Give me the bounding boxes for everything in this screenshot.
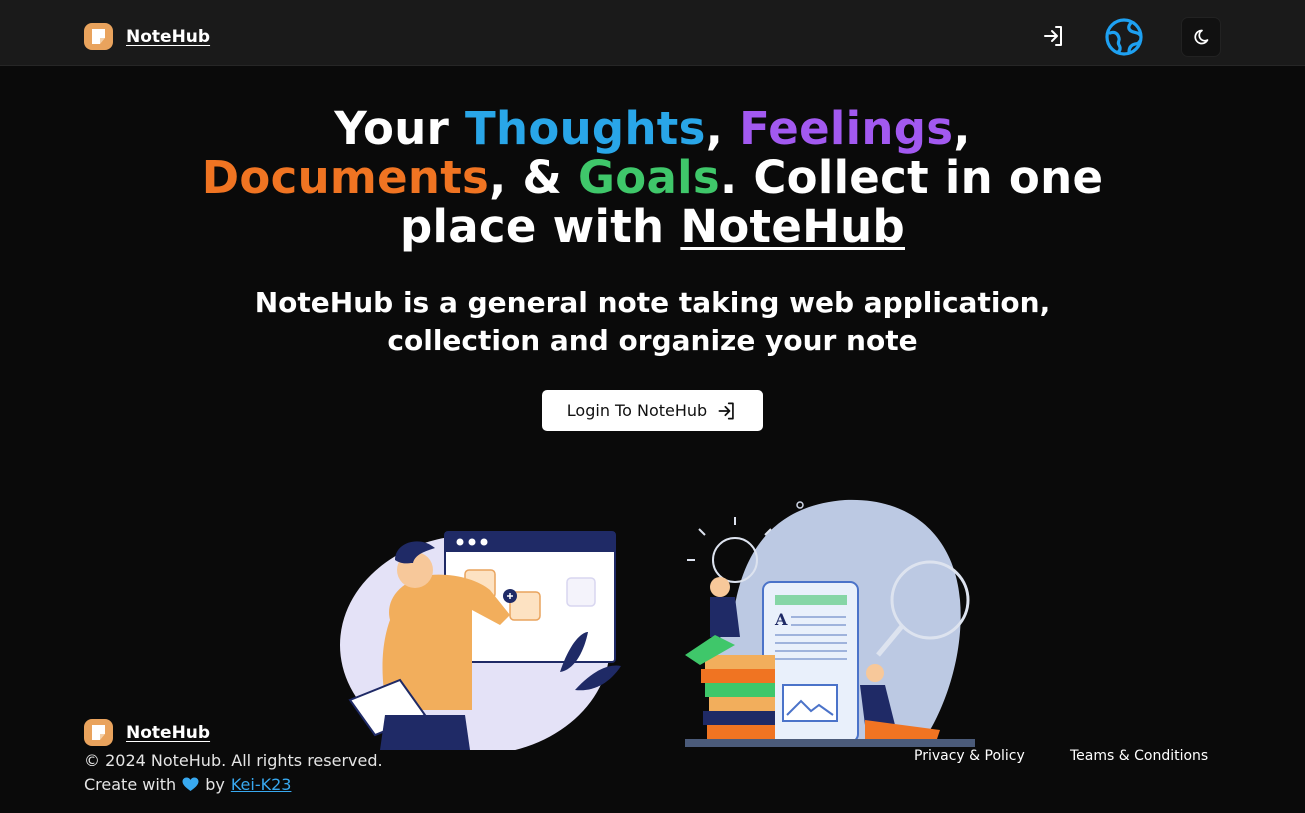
hero-subtitle: NoteHub is a general note taking web app… [254,286,1051,357]
title-part-comma-1: , [705,102,740,155]
credit-by: by [205,775,225,794]
title-part-thoughts: Thoughts [465,102,706,155]
footer-credit: Create with by Kei-K23 [84,775,291,794]
title-part-and: , & [489,151,579,204]
brand-label: NoteHub [126,26,211,47]
login-to-notehub-button[interactable]: Login To NoteHub [542,390,763,431]
globe-icon [1105,18,1143,56]
credit-prefix: Create with [84,775,177,794]
login-arrow-icon [718,402,734,419]
navbar: NoteHub [0,0,1305,66]
person-board-illustration [340,531,621,750]
brand-link[interactable]: NoteHub [84,23,210,50]
terms-conditions-link[interactable]: Teams & Conditions [1070,748,1208,764]
title-part-goals: Goals [578,151,720,204]
footer-copyright: © 2024 NoteHub. All rights reserved. [84,751,383,770]
title-part-your: Your [334,102,466,155]
login-arrow-icon [1044,26,1062,46]
login-icon-button[interactable] [1041,23,1067,49]
cta-label: Login To NoteHub [566,401,708,420]
heart-icon [182,777,199,791]
author-link[interactable]: Kei-K23 [231,775,292,794]
notehub-logo-icon [84,23,113,50]
privacy-policy-link[interactable]: Privacy & Policy [914,748,1025,764]
title-notehub-link[interactable]: NoteHub [680,200,905,253]
person-reading-illustration: A [685,499,975,747]
moon-icon [1194,29,1209,45]
title-part-documents: Documents [201,151,490,204]
title-part-feelings: Feelings [739,102,954,155]
footer-brand-label: NoteHub [126,722,211,743]
svg-text:A: A [774,610,788,629]
language-globe-button[interactable] [1103,16,1145,58]
title-part-comma-2: , [953,102,971,155]
hero-title: Your Thoughts, Feelings, Documents, & Goa… [150,104,1155,251]
notehub-logo-icon [84,719,113,746]
footer-brand-link[interactable]: NoteHub [84,719,210,746]
theme-toggle-button[interactable] [1181,17,1221,57]
